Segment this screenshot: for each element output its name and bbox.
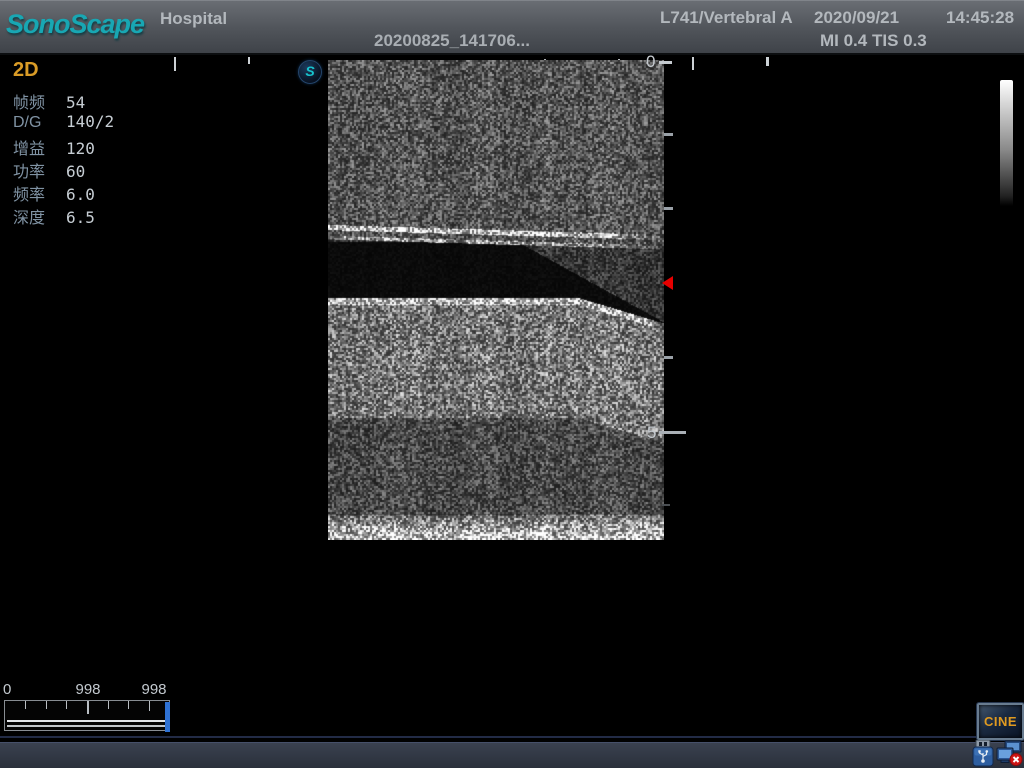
param-label: 深度 [13,204,66,228]
depth-tick [664,207,673,210]
usb-device-icon[interactable] [972,740,994,768]
exam-date: 2020/09/21 [814,8,899,28]
depth-label-5: 5 [647,423,656,443]
depth-tick [664,133,673,136]
cine-total-label: 998 [136,681,172,698]
network-disconnected-icon[interactable] [995,740,1023,768]
ultrasound-image [328,60,664,540]
param-row-power: 功率 60 [13,158,114,181]
header-bar: SonoScape Hospital L741/Vertebral A 2020… [0,0,1024,55]
grayscale-bar [1000,80,1013,206]
param-row-depth: 深度 6.5 [13,204,114,227]
cine-progress-line [7,725,166,727]
sonoscape-logo: SonoScape [6,9,144,40]
top-ruler-tick [692,57,694,70]
param-label: 功率 [13,158,66,182]
probe-preset-label: L741/Vertebral A [660,8,793,28]
top-ruler-tick [174,57,176,71]
cine-button-label: CINE [984,714,1017,729]
parameter-panel: 2D 帧频 54 D/G 140/2 增益 120 功率 60 频率 6.0 深… [13,59,114,227]
cine-tick [149,701,150,711]
cine-tick [128,701,129,709]
hospital-name: Hospital [160,9,227,29]
cine-tick [46,701,47,709]
param-row-framerate: 帧频 54 [13,89,114,112]
param-label: D/G [13,114,66,132]
cine-start-label: 0 [3,681,11,698]
clock: 14:45:28 [946,8,1014,28]
cine-tick [87,701,89,714]
mode-label: 2D [13,59,114,82]
cine-tick [108,701,109,709]
depth-tick [664,356,673,359]
file-name: 20200825_141706... [374,31,530,51]
depth-label-0: 0 [646,52,655,72]
bottom-divider [0,736,1024,738]
param-value: 6.0 [66,185,114,204]
param-value: 120 [66,139,114,158]
param-row-frequency: 频率 6.0 [13,181,114,204]
param-row-gain: 增益 120 [13,135,114,158]
depth-tick [659,431,686,434]
orientation-marker-letter: S [305,63,314,79]
taskbar [0,742,1024,768]
probe-orientation-marker-icon: S [298,60,322,84]
depth-tick [659,61,672,64]
cine-tick [66,701,67,709]
param-label: 频率 [13,181,66,205]
top-ruler-tick [248,57,250,64]
param-value: 140/2 [66,112,114,131]
cine-tick [25,701,26,709]
focus-marker-icon [662,276,673,290]
param-value: 60 [66,162,114,181]
param-row-dg: D/G 140/2 [13,112,114,135]
acoustic-indices: MI 0.4 TIS 0.3 [820,31,927,51]
cine-current-label: 998 [70,681,106,698]
cine-position-marker[interactable] [165,702,170,732]
depth-tick [662,504,670,506]
ultrasound-screen: SonoScape Hospital L741/Vertebral A 2020… [0,0,1024,768]
top-ruler-tick [766,57,769,66]
param-value: 54 [66,93,114,112]
cine-progress-line [7,720,166,722]
cine-button[interactable]: CINE [977,703,1024,740]
param-value: 6.5 [66,208,114,227]
param-label: 增益 [13,135,66,159]
param-label: 帧频 [13,89,66,113]
